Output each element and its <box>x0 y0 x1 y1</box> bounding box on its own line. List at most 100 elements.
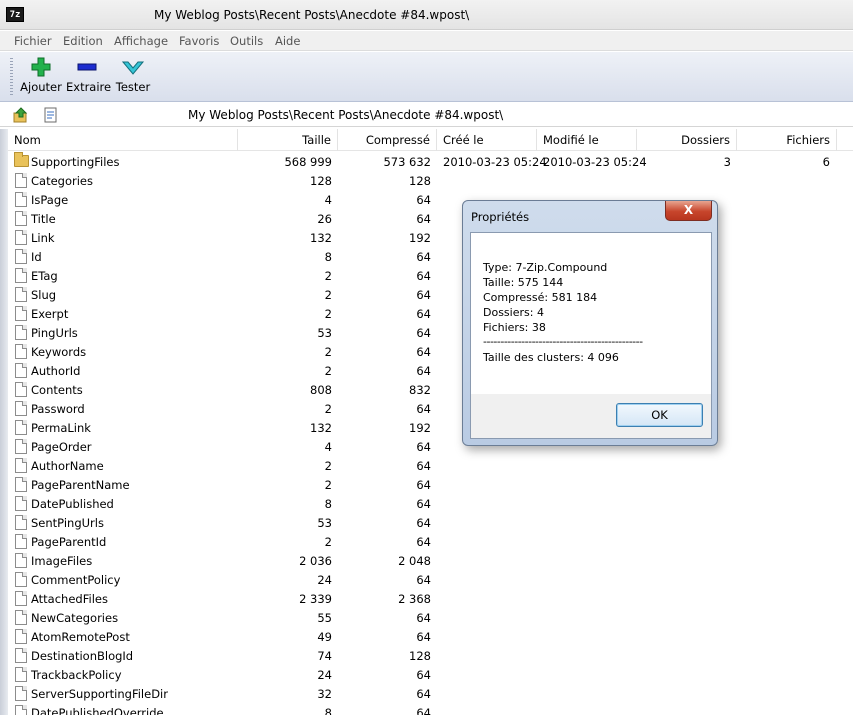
prop-folders: Dossiers: 4 <box>483 306 544 319</box>
table-row[interactable]: PageParentId 2 64 <box>8 532 853 551</box>
table-row[interactable]: ImageFiles 2 036 2 048 <box>8 551 853 570</box>
cell-packed: 128 <box>409 649 431 663</box>
add-button[interactable]: Ajouter <box>20 56 62 94</box>
file-icon <box>15 325 27 340</box>
column-header-modified[interactable]: Modifié le <box>537 129 637 151</box>
file-icon <box>15 230 27 245</box>
file-icon <box>15 420 27 435</box>
table-row[interactable]: DatePublished 8 64 <box>8 494 853 513</box>
app-logo-icon: 7z <box>6 7 24 22</box>
table-row[interactable]: Link 132 192 <box>8 228 853 247</box>
table-row[interactable]: Slug 2 64 <box>8 285 853 304</box>
menu-bar: Fichier Edition Affichage Favoris Outils… <box>0 31 853 51</box>
cell-name: Slug <box>31 288 57 302</box>
cell-size: 32 <box>317 687 332 701</box>
cell-size: 808 <box>310 383 332 397</box>
column-header-name[interactable]: Nom <box>8 129 238 151</box>
menu-favoris[interactable]: Favoris <box>179 34 219 48</box>
cell-packed: 64 <box>416 497 431 511</box>
cell-name: TrackbackPolicy <box>31 668 122 682</box>
menu-fichier[interactable]: Fichier <box>14 34 52 48</box>
file-icon <box>15 306 27 321</box>
cell-packed: 64 <box>416 212 431 226</box>
menu-outils[interactable]: Outils <box>230 34 263 48</box>
plus-icon <box>28 56 54 78</box>
menu-affichage[interactable]: Affichage <box>114 34 168 48</box>
cell-name: AuthorName <box>31 459 104 473</box>
address-path[interactable]: My Weblog Posts\Recent Posts\Anecdote #8… <box>188 108 503 122</box>
cell-size: 53 <box>317 516 332 530</box>
table-row[interactable]: ServerSupportingFileDir 32 64 <box>8 684 853 703</box>
file-icon <box>15 648 27 663</box>
column-header-created[interactable]: Créé le <box>437 129 537 151</box>
file-icon <box>15 344 27 359</box>
table-row[interactable]: PageOrder 4 64 <box>8 437 853 456</box>
table-row[interactable]: IsPage 4 64 <box>8 190 853 209</box>
cell-size: 49 <box>317 630 332 644</box>
extract-button[interactable]: Extraire <box>66 56 111 94</box>
table-row[interactable]: CommentPolicy 24 64 <box>8 570 853 589</box>
table-row[interactable]: PageParentName 2 64 <box>8 475 853 494</box>
toolbar-grip[interactable] <box>10 58 13 96</box>
dialog-title: Propriétés <box>471 210 530 224</box>
table-row[interactable]: Id 8 64 <box>8 247 853 266</box>
table-row[interactable]: PingUrls 53 64 <box>8 323 853 342</box>
file-icon <box>15 610 27 625</box>
table-row[interactable]: SentPingUrls 53 64 <box>8 513 853 532</box>
window-title: My Weblog Posts\Recent Posts\Anecdote #8… <box>154 8 470 22</box>
column-header-size[interactable]: Taille <box>238 129 338 151</box>
dialog-body: Type: 7-Zip.Compound Taille: 575 144 Com… <box>470 232 712 439</box>
table-row[interactable]: AttachedFiles 2 339 2 368 <box>8 589 853 608</box>
cell-size: 2 036 <box>299 554 332 568</box>
cell-packed: 64 <box>416 250 431 264</box>
close-button[interactable]: X <box>665 201 712 221</box>
table-row[interactable]: AuthorName 2 64 <box>8 456 853 475</box>
table-row[interactable]: Categories 128 128 <box>8 171 853 190</box>
file-icon <box>15 667 27 682</box>
cell-size: 4 <box>324 440 332 454</box>
cell-packed: 64 <box>416 402 431 416</box>
table-row[interactable]: TrackbackPolicy 24 64 <box>8 665 853 684</box>
table-row[interactable]: AuthorId 2 64 <box>8 361 853 380</box>
table-row[interactable]: Keywords 2 64 <box>8 342 853 361</box>
cell-packed: 2 368 <box>398 592 431 606</box>
cell-packed: 192 <box>409 231 431 245</box>
table-row[interactable]: Password 2 64 <box>8 399 853 418</box>
table-row[interactable]: SupportingFiles 568 999 573 632 2010-03-23 … <box>8 152 853 171</box>
cell-packed: 64 <box>416 193 431 207</box>
cell-packed: 64 <box>416 630 431 644</box>
check-chevron-icon <box>120 56 146 78</box>
menu-edition[interactable]: Edition <box>63 34 103 48</box>
cell-name: DatePublishedOverride <box>31 706 164 715</box>
column-header-folders[interactable]: Dossiers <box>637 129 737 151</box>
column-header-files[interactable]: Fichiers <box>737 129 837 151</box>
test-button[interactable]: Tester <box>112 56 154 94</box>
table-row[interactable]: DestinationBlogId 74 128 <box>8 646 853 665</box>
table-row[interactable]: AtomRemotePost 49 64 <box>8 627 853 646</box>
cell-name: SentPingUrls <box>31 516 104 530</box>
cell-name: ImageFiles <box>31 554 93 568</box>
ok-button[interactable]: OK <box>616 403 703 427</box>
cell-name: PermaLink <box>31 421 91 435</box>
menu-aide[interactable]: Aide <box>275 34 300 48</box>
cell-size: 24 <box>317 573 332 587</box>
cell-packed: 64 <box>416 668 431 682</box>
file-icon <box>15 173 27 188</box>
cell-packed: 64 <box>416 326 431 340</box>
left-window-edge <box>0 129 8 715</box>
file-icon <box>15 249 27 264</box>
table-row[interactable]: NewCategories 55 64 <box>8 608 853 627</box>
cell-name: AttachedFiles <box>31 592 108 606</box>
column-header-packed[interactable]: Compressé <box>338 129 437 151</box>
table-row[interactable]: Title 26 64 <box>8 209 853 228</box>
file-icon <box>15 268 27 283</box>
table-row[interactable]: ETag 2 64 <box>8 266 853 285</box>
folders-history-icon[interactable] <box>42 106 60 124</box>
up-folder-icon[interactable] <box>12 106 30 124</box>
cell-packed: 128 <box>409 174 431 188</box>
prop-packed: Compressé: 581 184 <box>483 291 598 304</box>
table-row[interactable]: DatePublishedOverride 8 64 <box>8 703 853 715</box>
table-row[interactable]: Contents 808 832 <box>8 380 853 399</box>
table-row[interactable]: Exerpt 2 64 <box>8 304 853 323</box>
table-row[interactable]: PermaLink 132 192 <box>8 418 853 437</box>
